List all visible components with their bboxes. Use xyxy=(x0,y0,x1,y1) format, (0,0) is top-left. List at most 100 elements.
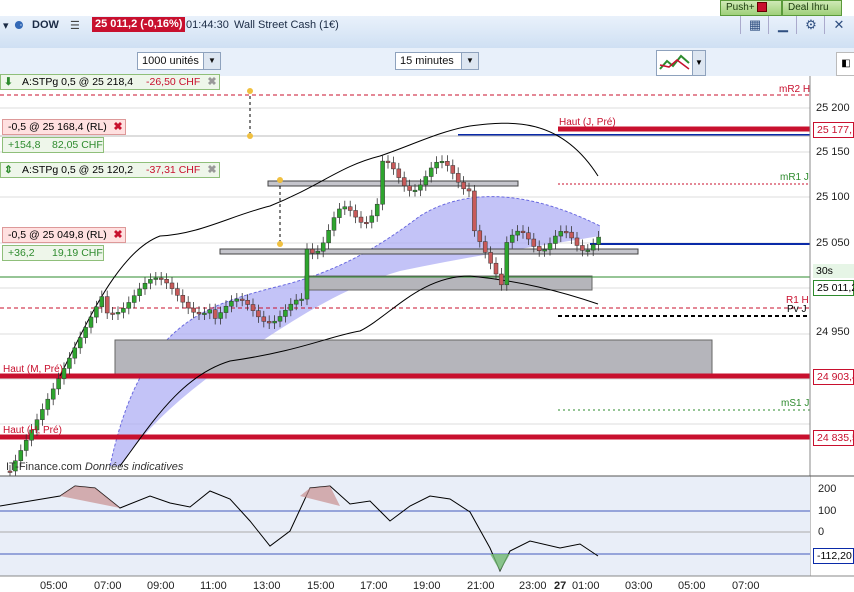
position-2[interactable]: -0,5 @ 25 049,8 (RL) ✖ xyxy=(2,227,126,243)
instrument-name[interactable]: DOW xyxy=(32,19,59,31)
price-tick: 24 950 xyxy=(816,326,850,338)
close-icon[interactable]: ✖ xyxy=(111,120,125,134)
candle-body xyxy=(164,279,169,284)
units-select[interactable]: 1000 unités ▼ xyxy=(137,52,221,70)
chart-icon[interactable]: ▦ xyxy=(740,16,769,34)
candle-body xyxy=(423,176,429,186)
candle-body xyxy=(110,312,115,315)
candle-body xyxy=(450,165,456,174)
position-text: -0,5 @ 25 168,4 (RL) xyxy=(8,121,107,133)
candle-body xyxy=(137,288,142,296)
candle-body xyxy=(72,347,78,359)
position-2-pnl: +36,2 19,19 CHF xyxy=(2,245,104,261)
units-value: 1000 unités xyxy=(142,55,199,67)
candle-body xyxy=(131,295,137,303)
candle-body xyxy=(553,235,558,244)
time-tick: 05:00 xyxy=(40,580,68,592)
candle-body xyxy=(547,243,553,250)
time-tick: 03:00 xyxy=(625,580,653,592)
position-1[interactable]: -0,5 @ 25 168,4 (RL) ✖ xyxy=(2,119,126,135)
gear-icon[interactable]: ⚙ xyxy=(796,16,825,34)
interval-select[interactable]: 15 minutes ▼ xyxy=(395,52,479,70)
candle-body xyxy=(569,231,574,239)
candle-body xyxy=(142,282,148,290)
candle-body xyxy=(477,230,483,242)
close-icon[interactable]: ✕ xyxy=(824,16,853,34)
candle-body xyxy=(331,217,337,231)
candle-body xyxy=(50,388,56,400)
candle-body xyxy=(261,316,267,322)
candle-body xyxy=(580,245,585,251)
order-stop-1[interactable]: ⬇ A:STPg 0,5 @ 25 218,4 -26,50 CHF ✖ xyxy=(0,74,220,90)
push-button[interactable]: Push+ xyxy=(720,0,782,16)
level-haut-m: Haut (M, Pré) xyxy=(3,364,64,375)
candle-body xyxy=(126,302,132,309)
push-label: Push+ xyxy=(726,2,755,13)
timer-tag: 30s xyxy=(813,264,854,278)
price-tick: 25 150 xyxy=(816,146,850,158)
price-tick: 25 100 xyxy=(816,191,850,203)
osc-tick: 100 xyxy=(818,505,837,517)
time-tick: 05:00 xyxy=(678,580,706,592)
chevron-down-icon[interactable]: ▼ xyxy=(692,50,706,76)
price-tag-haut-m: 24 903,4 xyxy=(813,369,854,385)
price-badge: 25 011,2 (-0,16%) xyxy=(92,17,186,32)
candle-body xyxy=(202,312,207,315)
candle-body xyxy=(391,162,396,170)
time-tick: 13:00 xyxy=(253,580,281,592)
position-1-pnl: +154,8 82,05 CHF xyxy=(2,137,104,153)
candle-body xyxy=(212,309,218,319)
indicators-button[interactable] xyxy=(656,50,694,76)
candle-body xyxy=(439,161,445,164)
candle-body xyxy=(493,262,499,275)
candle-body xyxy=(596,236,601,245)
top-strip: Push+ Deal Ihru xyxy=(0,0,854,16)
candle-body xyxy=(153,277,159,280)
candle-body xyxy=(256,310,261,318)
time-tick: 11:00 xyxy=(200,580,227,592)
collapse-icon[interactable]: ▾ xyxy=(3,19,9,32)
interval-value: 15 minutes xyxy=(400,55,454,67)
candle-body xyxy=(385,160,391,163)
arrow-down-icon: ⬇ xyxy=(4,76,13,88)
close-icon[interactable]: ✖ xyxy=(205,75,219,89)
candle-body xyxy=(515,230,520,236)
candle-body xyxy=(320,242,326,252)
osc-tick: 0 xyxy=(818,526,825,538)
candle-body xyxy=(520,230,526,234)
candle-body xyxy=(234,298,240,302)
chevron-down-icon: ▼ xyxy=(203,53,220,69)
watermark-brand: IT-Finance.com xyxy=(6,461,82,473)
candle-body xyxy=(401,177,407,186)
candle-body xyxy=(207,309,213,314)
candle-body xyxy=(223,305,229,313)
candle-body xyxy=(277,316,283,322)
minimize-icon[interactable]: ▁ xyxy=(768,16,797,34)
candle-body xyxy=(428,167,434,177)
candle-body xyxy=(542,249,547,252)
level-mr1: mR1 J xyxy=(780,172,809,183)
level-mr2: mR2 H xyxy=(779,84,811,95)
indicator-chart-icon xyxy=(659,54,690,70)
time-tick: 21:00 xyxy=(467,580,495,592)
watermark: IT-Finance.com Données indicatives xyxy=(6,461,183,473)
candle-body xyxy=(455,173,461,183)
candle-body xyxy=(342,206,348,210)
candle-body xyxy=(218,312,223,319)
side-panel-toggle[interactable]: ◧ xyxy=(836,52,854,76)
chart-type-icon[interactable]: ⚈ xyxy=(14,19,24,32)
candle-body xyxy=(418,184,423,191)
time-tick: 07:00 xyxy=(732,580,760,592)
candle-body xyxy=(407,185,412,191)
order-text: A:STPg 0,5 @ 25 120,2 xyxy=(22,164,134,176)
main-chart xyxy=(0,76,854,590)
candle-body xyxy=(347,206,353,211)
order-text: A:STPg 0,5 @ 25 218,4 xyxy=(22,76,134,88)
order-stop-2[interactable]: ⇕ A:STPg 0,5 @ 25 120,2 -37,31 CHF ✖ xyxy=(0,162,220,178)
deal-thru-button[interactable]: Deal Ihru xyxy=(782,0,842,16)
close-icon[interactable]: ✖ xyxy=(111,228,125,242)
candle-body xyxy=(175,288,180,296)
candle-body xyxy=(482,241,488,253)
close-icon[interactable]: ✖ xyxy=(205,163,219,177)
list-icon[interactable]: ☰ xyxy=(70,19,80,32)
